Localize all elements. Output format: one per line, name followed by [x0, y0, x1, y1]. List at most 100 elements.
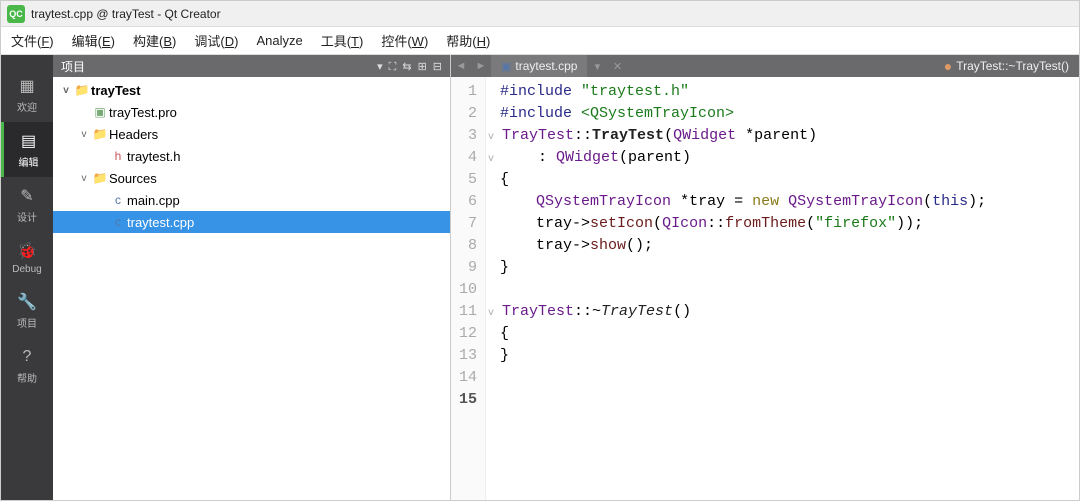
- tree-label: Sources: [109, 171, 157, 186]
- code-line[interactable]: }: [500, 345, 1079, 367]
- code-line[interactable]: tray->setIcon(QIcon::fromTheme("firefox"…: [500, 213, 1079, 235]
- line-number: 5: [459, 169, 477, 191]
- code-line[interactable]: v : QWidget(parent): [500, 147, 1079, 169]
- file-icon: ▣: [501, 60, 511, 73]
- fold-icon[interactable]: v: [488, 127, 500, 149]
- editor-tab[interactable]: ▣ traytest.cpp: [491, 55, 587, 77]
- mode-label: 设计: [17, 209, 37, 224]
- symbol-selector[interactable]: ● TrayTest::~TrayTest(): [934, 58, 1079, 74]
- mode-button[interactable]: ▤编辑: [1, 122, 53, 177]
- file-icon: h: [109, 149, 127, 163]
- line-number: 12: [459, 323, 477, 345]
- mode-icon: ▦: [16, 75, 38, 97]
- tree-item[interactable]: v📁Headers: [53, 123, 450, 145]
- tree-label: trayTest.pro: [109, 105, 177, 120]
- fold-icon[interactable]: v: [488, 149, 500, 171]
- code-content[interactable]: #include "traytest.h"#include <QSystemTr…: [486, 77, 1079, 500]
- code-editor[interactable]: 123456789101112131415 #include "traytest…: [451, 77, 1079, 500]
- menu-item[interactable]: 控件(W): [381, 31, 428, 50]
- nav-forward-icon[interactable]: ►: [471, 60, 491, 72]
- project-tree[interactable]: v📁trayTestv▣trayTest.prov📁Headersvhtrayt…: [53, 77, 450, 500]
- mode-icon: ✎: [16, 185, 38, 207]
- line-number: 13: [459, 345, 477, 367]
- code-line[interactable]: }: [500, 257, 1079, 279]
- code-line[interactable]: QSystemTrayIcon *tray = new QSystemTrayI…: [500, 191, 1079, 213]
- file-icon: 📁: [91, 127, 109, 141]
- tab-dropdown-icon[interactable]: ▾: [587, 60, 607, 73]
- window-title: traytest.cpp @ trayTest - Qt Creator: [31, 7, 221, 21]
- app-icon: QC: [7, 5, 25, 23]
- tree-label: trayTest: [91, 83, 141, 98]
- code-line[interactable]: #include "traytest.h": [500, 81, 1079, 103]
- menu-item[interactable]: 构建(B): [133, 31, 176, 50]
- code-line[interactable]: [500, 367, 1079, 389]
- sidebar-tool-icon[interactable]: ⊞: [418, 61, 427, 73]
- mode-label: 项目: [17, 315, 37, 330]
- mode-button[interactable]: ▦ 欢迎: [1, 67, 53, 122]
- sidebar-tool-icon[interactable]: ▾: [377, 61, 383, 73]
- tab-label: traytest.cpp: [515, 59, 577, 73]
- line-number: 8: [459, 235, 477, 257]
- mode-label: 编辑: [19, 154, 39, 169]
- sidebar-tool-icon[interactable]: ⊟: [433, 61, 442, 73]
- menu-item[interactable]: 调试(D): [194, 31, 238, 50]
- tree-label: Headers: [109, 127, 158, 142]
- tree-item[interactable]: v📁trayTest: [53, 79, 450, 101]
- tree-label: main.cpp: [127, 193, 180, 208]
- menu-item[interactable]: 工具(T): [321, 31, 364, 50]
- symbol-icon: ●: [944, 58, 952, 74]
- nav-back-icon[interactable]: ◄: [451, 60, 471, 72]
- line-number: 1: [459, 81, 477, 103]
- mode-button[interactable]: 🔧 项目: [1, 283, 53, 338]
- line-number: 15: [459, 389, 477, 411]
- tree-label: traytest.cpp: [127, 215, 194, 230]
- menu-item[interactable]: 文件(F): [11, 31, 54, 50]
- expand-icon[interactable]: v: [77, 173, 91, 184]
- mode-label: 欢迎: [17, 99, 37, 114]
- line-number: 7: [459, 213, 477, 235]
- file-icon: 📁: [73, 83, 91, 97]
- code-line[interactable]: vTrayTest::~TrayTest(): [500, 301, 1079, 323]
- expand-icon[interactable]: v: [77, 129, 91, 140]
- mode-icon: ?: [16, 346, 38, 368]
- expand-icon[interactable]: v: [59, 85, 73, 96]
- tree-item[interactable]: vcmain.cpp: [53, 189, 450, 211]
- menu-item[interactable]: 帮助(H): [446, 31, 490, 50]
- sidebar-title: 项目: [61, 58, 85, 75]
- code-line[interactable]: #include <QSystemTrayIcon>: [500, 103, 1079, 125]
- tree-item[interactable]: v▣trayTest.pro: [53, 101, 450, 123]
- symbol-label: TrayTest::~TrayTest(): [956, 59, 1069, 73]
- line-number: 4: [459, 147, 477, 169]
- tree-label: traytest.h: [127, 149, 180, 164]
- mode-icon: 🔧: [16, 291, 38, 313]
- project-sidebar: 项目 ▾⛶⇆⊞⊟ v📁trayTestv▣trayTest.prov📁Heade…: [53, 55, 451, 500]
- menu-item[interactable]: 编辑(E): [72, 31, 115, 50]
- mode-button[interactable]: ?帮助: [1, 338, 53, 393]
- line-number: 9: [459, 257, 477, 279]
- tree-item[interactable]: vhtraytest.h: [53, 145, 450, 167]
- tree-item[interactable]: vctraytest.cpp: [53, 211, 450, 233]
- line-number: 3: [459, 125, 477, 147]
- line-number: 11: [459, 301, 477, 323]
- tree-item[interactable]: v📁Sources: [53, 167, 450, 189]
- mode-icon: 🐞: [16, 240, 38, 262]
- code-line[interactable]: {: [500, 323, 1079, 345]
- fold-icon[interactable]: v: [488, 303, 500, 325]
- code-line[interactable]: tray->show();: [500, 235, 1079, 257]
- code-line[interactable]: [500, 279, 1079, 301]
- title-bar: QC traytest.cpp @ trayTest - Qt Creator: [1, 1, 1079, 27]
- tab-close-icon[interactable]: ✕: [607, 60, 627, 73]
- line-number: 10: [459, 279, 477, 301]
- code-line[interactable]: [500, 389, 1079, 411]
- menu-item[interactable]: Analyze: [256, 33, 302, 48]
- mode-label: Debug: [12, 264, 41, 275]
- mode-button[interactable]: ✎ 设计: [1, 177, 53, 232]
- sidebar-tool-icon[interactable]: ⛶: [389, 61, 397, 73]
- mode-button[interactable]: 🐞 Debug: [1, 232, 53, 283]
- code-line[interactable]: vTrayTest::TrayTest(QWidget *parent): [500, 125, 1079, 147]
- code-line[interactable]: {: [500, 169, 1079, 191]
- sidebar-tool-icon[interactable]: ⇆: [402, 61, 411, 73]
- mode-selector: ▦ 欢迎 ▤编辑 ✎ 设计 🐞 Debug 🔧 项目 ?帮助: [1, 55, 53, 500]
- line-number: 14: [459, 367, 477, 389]
- line-number: 6: [459, 191, 477, 213]
